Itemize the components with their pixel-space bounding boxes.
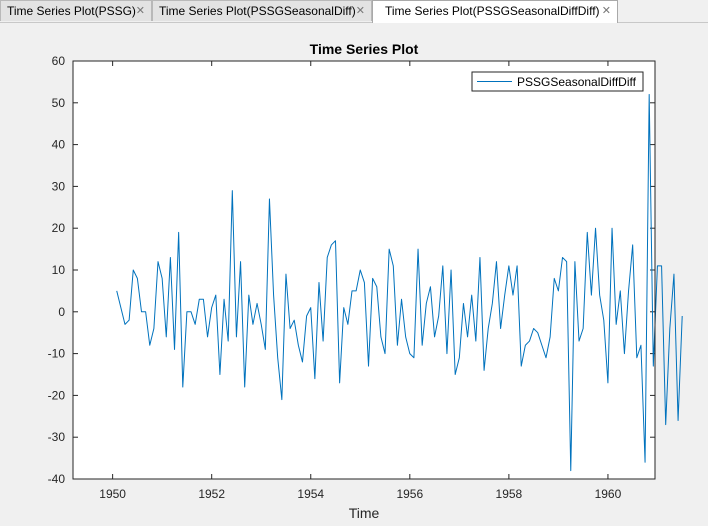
x-tick-label: 1950: [99, 487, 126, 501]
close-icon[interactable]: ✕: [136, 1, 145, 21]
y-tick-label: 40: [52, 138, 66, 152]
tab-bar: Time Series Plot(PSSG) ✕ Time Series Plo…: [0, 0, 708, 23]
tab-time-series-plot-pssg[interactable]: Time Series Plot(PSSG) ✕: [0, 0, 152, 21]
close-icon[interactable]: ✕: [602, 1, 611, 21]
tab-label: Time Series Plot(PSSGSeasonalDiff): [159, 4, 356, 18]
y-tick-label: -30: [48, 430, 66, 444]
x-tick-label: 1960: [595, 487, 622, 501]
y-tick-label: 60: [52, 54, 66, 68]
tab-label: Time Series Plot(PSSG): [7, 4, 136, 18]
x-tick-label: 1956: [396, 487, 423, 501]
y-tick-label: 30: [52, 179, 66, 193]
close-icon[interactable]: ✕: [356, 1, 365, 21]
y-tick-label: -40: [48, 472, 66, 486]
chart-title: Time Series Plot: [310, 41, 419, 57]
x-tick-label: 1954: [297, 487, 324, 501]
y-tick-label: 50: [52, 96, 66, 110]
tab-time-series-plot-pssgseasonaldiffdiff[interactable]: Time Series Plot(PSSGSeasonalDiffDiff) ✕: [372, 0, 618, 23]
y-tick-label: 20: [52, 221, 66, 235]
y-tick-label: 10: [52, 263, 66, 277]
y-tick-label: -10: [48, 347, 66, 361]
tab-time-series-plot-pssgseasonaldiff[interactable]: Time Series Plot(PSSGSeasonalDiff) ✕: [152, 0, 372, 21]
x-tick-label: 1958: [496, 487, 523, 501]
legend-label: PSSGSeasonalDiffDiff: [517, 75, 637, 89]
time-series-chart: Time Series Plot Time -40 -30 -20 -10 0 10 20 3…: [0, 23, 708, 526]
legend[interactable]: PSSGSeasonalDiffDiff: [471, 71, 644, 92]
y-tick-label: -20: [48, 388, 66, 402]
tab-label: Time Series Plot(PSSGSeasonalDiffDiff): [385, 4, 600, 18]
x-tick-label: 1952: [198, 487, 225, 501]
x-axis-label: Time: [349, 505, 380, 521]
y-tick-label: 0: [58, 305, 65, 319]
